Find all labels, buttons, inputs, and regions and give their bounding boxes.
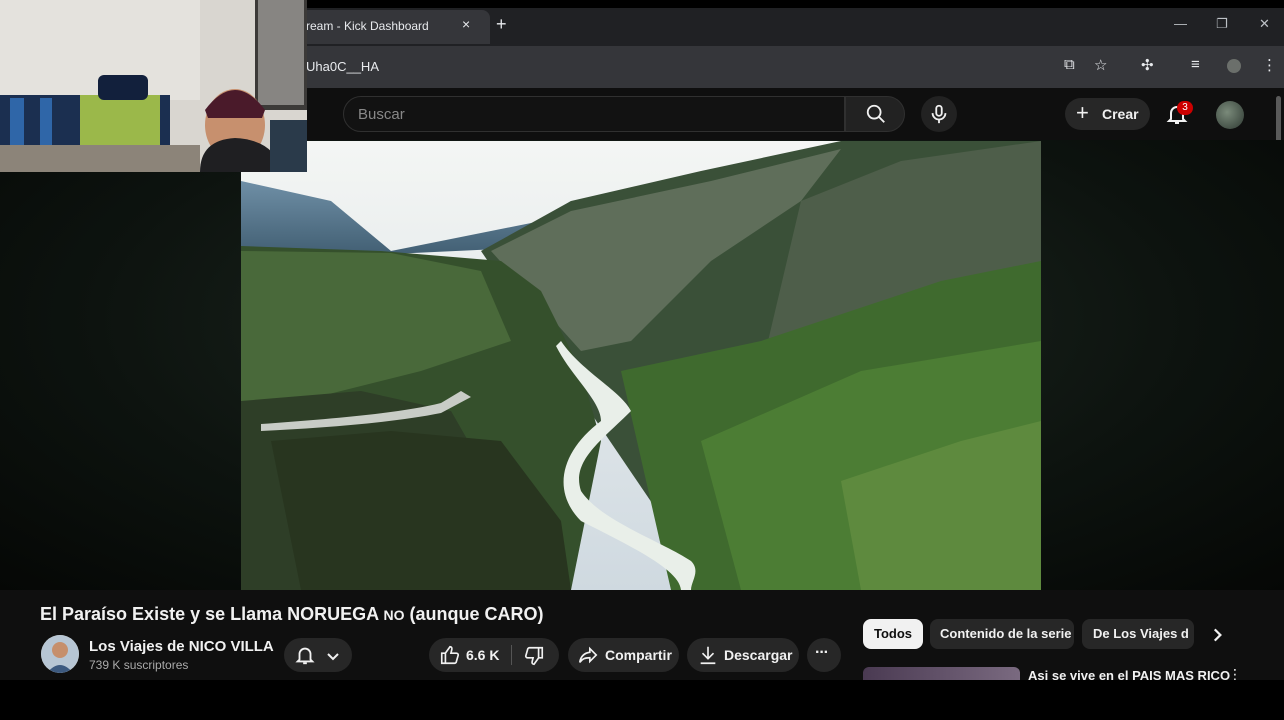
extensions-icon[interactable]: ✣	[1141, 56, 1154, 74]
new-tab-button[interactable]: +	[496, 14, 507, 35]
share-icon	[578, 646, 598, 664]
voice-search-button[interactable]	[921, 96, 957, 132]
media-control-icon[interactable]: ≡	[1191, 56, 1200, 73]
fjord-landscape-frame	[241, 141, 1041, 590]
create-label: Crear	[1102, 106, 1139, 122]
notifications-badge: 3	[1177, 101, 1193, 115]
install-app-icon[interactable]: ⧉	[1064, 56, 1075, 73]
video-title-end: (aunque CARO)	[409, 604, 544, 624]
video-player[interactable]	[241, 141, 1041, 590]
webcam-overlay	[0, 0, 307, 172]
channel-avatar-image	[41, 635, 79, 673]
microphone-icon	[931, 104, 947, 124]
chip-serie-label: Contenido de la serie	[940, 626, 1072, 641]
video-title: El Paraíso Existe y se Llama NORUEGA NO …	[40, 604, 544, 625]
search-button[interactable]	[845, 96, 905, 132]
search-input[interactable]	[343, 96, 845, 132]
bottom-letterbox	[0, 680, 1284, 720]
channel-name[interactable]: Los Viajes de NICO VILLA	[89, 638, 274, 655]
tab-close-icon[interactable]: ×	[462, 16, 470, 32]
download-icon	[700, 646, 716, 665]
window-close-icon[interactable]: ✕	[1259, 16, 1270, 32]
dislike-icon[interactable]	[523, 645, 545, 667]
subscription-bell-button[interactable]	[284, 638, 352, 672]
share-label: Compartir	[605, 647, 672, 663]
browser-menu-icon[interactable]: ⋮	[1262, 56, 1277, 74]
subscriber-count: 739 K suscriptores	[89, 658, 189, 672]
address-bar-url[interactable]: Uha0C__HA	[306, 59, 379, 74]
download-label: Descargar	[724, 647, 793, 663]
user-avatar[interactable]	[1216, 101, 1244, 129]
like-count[interactable]: 6.6 K	[466, 647, 499, 663]
video-title-small: NO	[383, 607, 405, 623]
video-title-main: El Paraíso Existe y se Llama NORUEGA	[40, 604, 379, 624]
minimize-icon[interactable]: —	[1174, 16, 1187, 31]
profile-icon[interactable]	[1227, 59, 1241, 73]
chip-todos-label: Todos	[874, 626, 913, 641]
browser-tab-title[interactable]: ream - Kick Dashboard	[306, 19, 429, 33]
bell-icon	[295, 647, 315, 665]
plus-icon: +	[1076, 100, 1089, 125]
like-divider	[511, 645, 512, 665]
search-placeholder: Buscar	[358, 106, 405, 123]
chip-channel-label: De Los Viajes de	[1093, 626, 1189, 641]
like-icon[interactable]	[439, 644, 461, 666]
channel-avatar[interactable]	[41, 635, 79, 673]
chevron-down-icon	[327, 653, 339, 661]
webcam-scene	[0, 0, 307, 172]
bookmark-star-icon[interactable]: ☆	[1094, 56, 1107, 74]
search-icon	[866, 104, 885, 123]
more-actions-icon: ···	[815, 644, 829, 661]
chevron-right-icon[interactable]	[1208, 626, 1226, 644]
restore-icon[interactable]: ❐	[1216, 16, 1228, 32]
recommended-thumbnail[interactable]	[863, 667, 1020, 680]
